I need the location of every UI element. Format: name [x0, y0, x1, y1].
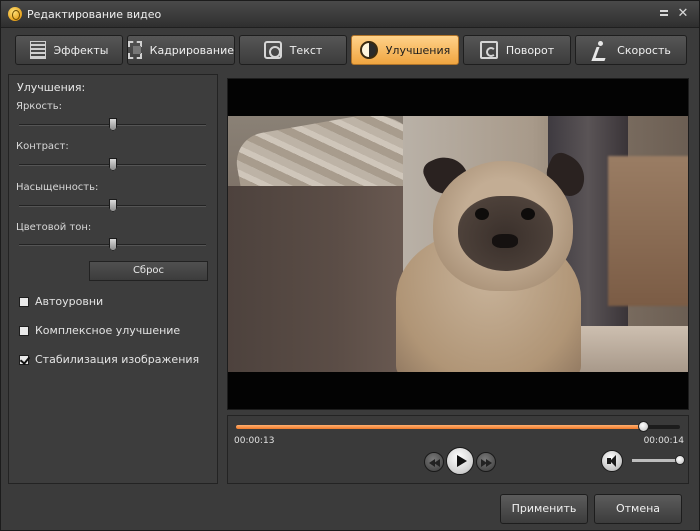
- skip-forward-icon[interactable]: [476, 452, 496, 472]
- close-icon[interactable]: ✕: [676, 7, 690, 21]
- tab-label: Кадрирование: [149, 43, 234, 57]
- skip-back-icon[interactable]: [424, 452, 444, 472]
- checkbox-box[interactable]: [19, 354, 29, 365]
- seek-progress: [236, 425, 644, 429]
- tab-effects[interactable]: Эффекты: [15, 35, 123, 65]
- tab-crop[interactable]: Кадрирование: [127, 35, 235, 65]
- contrast-label: Контраст:: [16, 141, 69, 152]
- volume-level: [632, 459, 680, 462]
- saturation-slider[interactable]: [19, 199, 206, 213]
- section-title: Улучшения:: [17, 81, 86, 94]
- checkbox-box[interactable]: [19, 296, 29, 307]
- tab-label: Улучшения: [385, 43, 451, 57]
- title-bar: Редактирование видео ✕: [1, 1, 699, 28]
- tab-text[interactable]: Текст: [239, 35, 347, 65]
- tab-speed[interactable]: Скорость: [575, 35, 687, 65]
- video-preview[interactable]: [227, 78, 689, 410]
- rotate-icon: [479, 41, 498, 59]
- total-time: 00:00:14: [643, 436, 684, 446]
- volume-icon[interactable]: [601, 450, 623, 472]
- volume-handle[interactable]: [675, 455, 685, 465]
- volume-slider[interactable]: [632, 455, 685, 465]
- enhancements-panel: Улучшения: Яркость: Контраст: Насыщеннос…: [8, 74, 218, 484]
- tab-rotate[interactable]: Поворот: [463, 35, 571, 65]
- saturation-label: Насыщенность:: [16, 182, 99, 193]
- crop-icon: [128, 41, 142, 59]
- brightness-slider[interactable]: [19, 118, 206, 132]
- complex-enhance-checkbox[interactable]: Комплексное улучшение: [19, 324, 180, 337]
- tab-label: Эффекты: [53, 43, 109, 57]
- app-logo-icon: [8, 7, 22, 21]
- reset-button[interactable]: Сброс: [89, 261, 208, 281]
- play-icon[interactable]: [446, 447, 474, 475]
- cancel-button[interactable]: Отмена: [594, 494, 682, 524]
- contrast-slider[interactable]: [19, 158, 206, 172]
- enhance-icon: [359, 41, 378, 59]
- checkbox-label: Автоуровни: [35, 295, 104, 308]
- auto-levels-checkbox[interactable]: Автоуровни: [19, 295, 103, 308]
- seek-bar[interactable]: [236, 421, 680, 432]
- tab-label: Скорость: [617, 43, 671, 57]
- apply-button[interactable]: Применить: [500, 494, 588, 524]
- video-editor-window: Редактирование видео ✕ Эффекты Кадрирова…: [0, 0, 700, 531]
- sofa: [228, 186, 408, 372]
- window-menu-icon[interactable]: [657, 7, 671, 21]
- tab-enhancements[interactable]: Улучшения: [351, 35, 459, 65]
- current-time: 00:00:13: [234, 436, 275, 446]
- video-frame: [228, 116, 688, 372]
- tab-label: Поворот: [505, 43, 555, 57]
- speed-icon: [591, 41, 609, 59]
- effects-icon: [29, 41, 46, 59]
- slider-thumb[interactable]: [109, 158, 117, 171]
- slider-thumb[interactable]: [109, 199, 117, 212]
- tab-label: Текст: [289, 43, 323, 57]
- slider-thumb[interactable]: [109, 238, 117, 251]
- slider-thumb[interactable]: [109, 118, 117, 131]
- checkbox-label: Комплексное улучшение: [35, 324, 181, 337]
- checkbox-label: Стабилизация изображения: [35, 353, 200, 366]
- hue-label: Цветовой тон:: [16, 222, 92, 233]
- tab-bar: Эффекты Кадрирование Текст Улучшения Пов…: [15, 35, 687, 65]
- window-title: Редактирование видео: [27, 8, 162, 21]
- stabilization-checkbox[interactable]: Стабилизация изображения: [19, 353, 199, 366]
- hue-slider[interactable]: [19, 238, 206, 252]
- checkbox-box[interactable]: [19, 325, 29, 336]
- brightness-label: Яркость:: [16, 101, 63, 112]
- text-icon: [263, 41, 282, 59]
- player-controls: 00:00:13 00:00:14: [227, 415, 689, 484]
- seek-handle[interactable]: [638, 421, 649, 432]
